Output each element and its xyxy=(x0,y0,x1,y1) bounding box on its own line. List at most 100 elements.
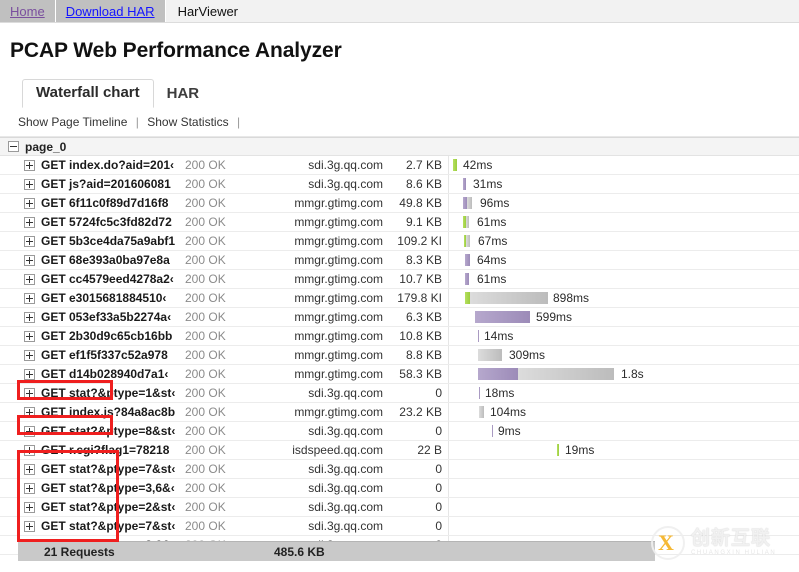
waterfall-bar-segment-wait xyxy=(479,387,480,399)
page-title: PCAP Web Performance Analyzer xyxy=(10,39,342,62)
expand-plus-icon[interactable] xyxy=(24,292,35,304)
harviewer-label: HarViewer xyxy=(177,3,239,19)
page-group-label: page_0 xyxy=(25,139,67,154)
domain-cell: mmgr.gtimg.com xyxy=(294,253,383,267)
expand-plus-icon[interactable] xyxy=(24,197,35,209)
table-row[interactable]: GET 5b3ce4da75a9abf1 200 OK mmgr.gtimg.com… xyxy=(0,232,799,251)
request-name-label: GET e3015681884510‹ xyxy=(41,291,167,305)
nav-item-download-har[interactable]: Download HAR xyxy=(55,0,166,22)
waterfall-bar xyxy=(463,216,469,228)
waterfall-bar-segment-recv xyxy=(467,197,472,209)
nav-item-home[interactable]: Home xyxy=(0,0,56,22)
table-row[interactable]: GET js?aid=201606081 200 OK sdi.3g.qq.com 8… xyxy=(0,175,799,194)
timing-label: 31ms xyxy=(473,177,503,191)
timing-label: 64ms xyxy=(477,253,507,267)
expand-plus-icon[interactable] xyxy=(24,425,35,437)
page-group-row[interactable]: page_0 xyxy=(0,138,799,156)
request-name-cell: GET 053ef33a5b2274a‹ xyxy=(0,310,185,324)
table-row[interactable]: GET stat?&ptype=7&st‹ 200 OK sdi.3g.qq.com… xyxy=(0,460,799,479)
size-cell: 0 xyxy=(435,519,442,533)
request-name-cell: GET 2b30d9c65cb16bb xyxy=(0,329,185,343)
waterfall-bar-segment-wait xyxy=(478,368,518,380)
request-name-cell: GET cc4579eed4278a2‹ xyxy=(0,272,185,286)
domain-cell: mmgr.gtimg.com xyxy=(294,291,383,305)
table-row[interactable]: GET stat?&ptype=1&st‹ 200 OK sdi.3g.qq.com… xyxy=(0,384,799,403)
expand-plus-icon[interactable] xyxy=(24,178,35,190)
table-row[interactable]: GET ef1f5f337c52a978 200 OK mmgr.gtimg.com… xyxy=(0,346,799,365)
status-cell: 200 OK xyxy=(185,291,226,305)
expand-plus-icon[interactable] xyxy=(24,520,35,532)
size-cell: 179.8 KI xyxy=(397,291,442,305)
table-row[interactable]: GET 68e393a0ba97e8a 200 OK mmgr.gtimg.com 8… xyxy=(0,251,799,270)
nav-item-harviewer[interactable]: HarViewer xyxy=(165,0,273,22)
status-cell: 200 OK xyxy=(185,405,226,419)
expand-plus-icon[interactable] xyxy=(24,349,35,361)
table-row[interactable]: GET index.do?aid=201‹ 200 OK sdi.3g.qq.com… xyxy=(0,156,799,175)
expand-plus-icon[interactable] xyxy=(24,463,35,475)
size-cell: 0 xyxy=(435,481,442,495)
table-row[interactable]: GET d14b028940d7a1‹ 200 OK mmgr.gtimg.com 5… xyxy=(0,365,799,384)
request-name-label: GET 5724fc5c3fd82d72 xyxy=(41,215,172,229)
timing-label: 898ms xyxy=(553,291,590,305)
size-cell: 8.8 KB xyxy=(405,348,442,362)
waterfall-bar xyxy=(464,235,470,247)
status-cell: 200 OK xyxy=(185,386,226,400)
table-row[interactable]: GET 5724fc5c3fd82d72 200 OK mmgr.gtimg.com… xyxy=(0,213,799,232)
domain-cell: sdi.3g.qq.com xyxy=(308,424,383,438)
status-cell: 200 OK xyxy=(185,272,226,286)
domain-cell: mmgr.gtimg.com xyxy=(294,215,383,229)
request-name-cell: GET 68e393a0ba97e8a xyxy=(0,253,185,267)
expand-plus-icon[interactable] xyxy=(24,330,35,342)
request-name-cell: GET ef1f5f337c52a978 xyxy=(0,348,185,362)
table-row[interactable]: GET r.cgi?flag1=78218 200 OK isdspeed.qq.c… xyxy=(0,441,799,460)
expand-plus-icon[interactable] xyxy=(24,311,35,323)
waterfall-bar xyxy=(492,425,493,437)
tab-har[interactable]: HAR xyxy=(154,81,213,108)
table-row[interactable]: GET stat?&ptype=7&st‹ 200 OK sdi.3g.qq.com… xyxy=(0,517,799,536)
collapse-minus-icon[interactable] xyxy=(8,141,19,152)
download-har-link[interactable]: Download HAR xyxy=(66,4,155,19)
expand-plus-icon[interactable] xyxy=(24,216,35,228)
waterfall-bar-segment-recv xyxy=(470,292,548,304)
expand-plus-icon[interactable] xyxy=(24,235,35,247)
expand-plus-icon[interactable] xyxy=(24,444,35,456)
table-row[interactable]: GET e3015681884510‹ 200 OK mmgr.gtimg.com 1… xyxy=(0,289,799,308)
table-row[interactable]: GET 6f11c0f89d7d16f8 200 OK mmgr.gtimg.com… xyxy=(0,194,799,213)
expand-plus-icon[interactable] xyxy=(24,368,35,380)
request-name-cell: GET e3015681884510‹ xyxy=(0,291,185,305)
table-row[interactable]: GET stat?&ptype=2&st‹ 200 OK sdi.3g.qq.com… xyxy=(0,498,799,517)
waterfall-bar-segment-recv xyxy=(466,235,470,247)
table-row[interactable]: GET 2b30d9c65cb16bb 200 OK mmgr.gtimg.com 1… xyxy=(0,327,799,346)
waterfall-bar xyxy=(465,273,469,285)
timeline-cell: 104ms xyxy=(448,403,799,421)
expand-plus-icon[interactable] xyxy=(24,482,35,494)
request-name-label: GET js?aid=201606081 xyxy=(41,177,171,191)
size-cell: 0 xyxy=(435,500,442,514)
waterfall-toolbar: Show Page Timeline | Show Statistics | xyxy=(0,108,799,137)
expand-plus-icon[interactable] xyxy=(24,501,35,513)
request-count-label: 21 Requests xyxy=(44,544,115,559)
timeline-cell: 61ms xyxy=(448,270,799,288)
show-statistics-link[interactable]: Show Statistics xyxy=(147,115,228,129)
request-name-label: GET r.cgi?flag1=78218 xyxy=(41,443,170,457)
tab-waterfall-chart[interactable]: Waterfall chart xyxy=(22,79,154,108)
table-row[interactable]: GET cc4579eed4278a2‹ 200 OK mmgr.gtimg.com… xyxy=(0,270,799,289)
request-name-label: GET stat?&ptype=8&st‹ xyxy=(41,424,176,438)
table-row[interactable]: GET stat?&ptype=3,6&‹ 200 OK sdi.3g.qq.com… xyxy=(0,479,799,498)
expand-plus-icon[interactable] xyxy=(24,254,35,266)
expand-plus-icon[interactable] xyxy=(24,387,35,399)
table-row[interactable]: GET index.js?84a8ac8b 200 OK mmgr.gtimg.co… xyxy=(0,403,799,422)
expand-plus-icon[interactable] xyxy=(24,406,35,418)
table-row[interactable]: GET 053ef33a5b2274a‹ 200 OK mmgr.gtimg.com… xyxy=(0,308,799,327)
status-cell: 200 OK xyxy=(185,481,226,495)
timeline-cell: 31ms xyxy=(448,175,799,193)
table-row[interactable]: GET stat?&ptype=8&st‹ 200 OK sdi.3g.qq.com… xyxy=(0,422,799,441)
size-cell: 23.2 KB xyxy=(399,405,442,419)
expand-plus-icon[interactable] xyxy=(24,273,35,285)
domain-cell: sdi.3g.qq.com xyxy=(308,500,383,514)
home-link[interactable]: Home xyxy=(10,4,45,19)
timeline-cell: 96ms xyxy=(448,194,799,212)
show-page-timeline-link[interactable]: Show Page Timeline xyxy=(18,115,127,129)
waterfall-bar-segment-wait xyxy=(463,178,466,190)
expand-plus-icon[interactable] xyxy=(24,159,35,171)
